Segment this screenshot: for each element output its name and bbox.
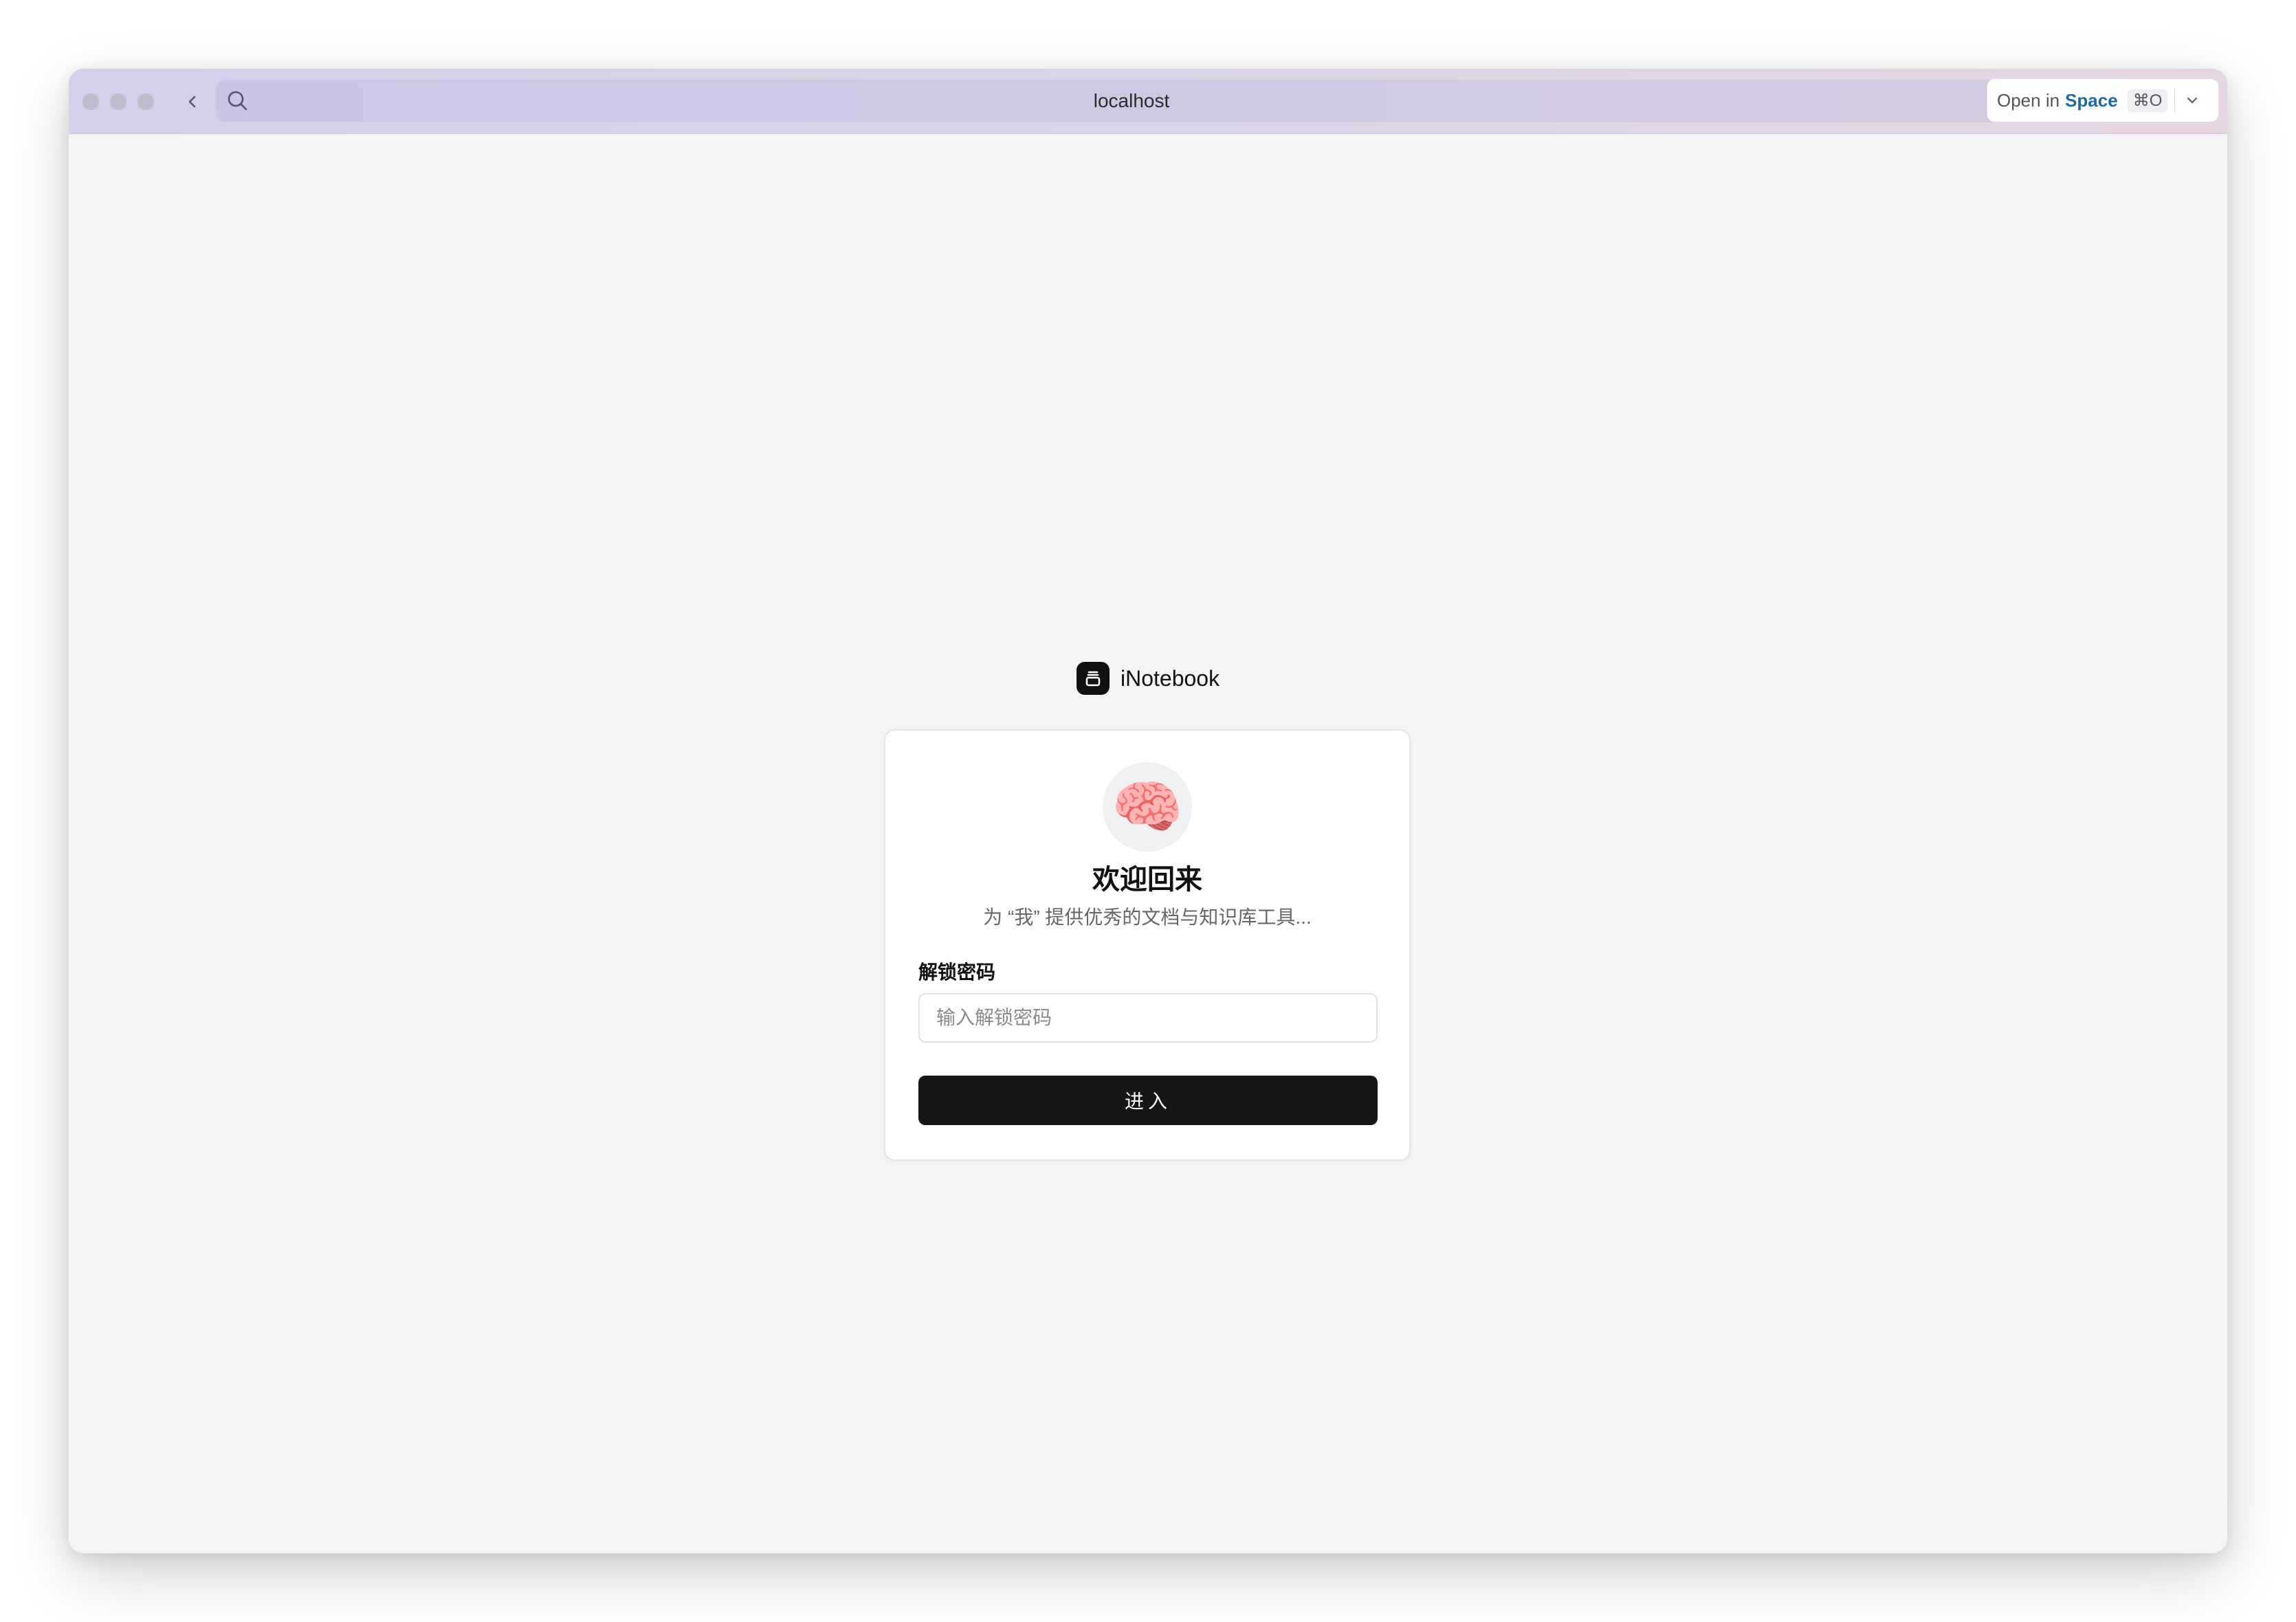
unlock-card: 🧠 欢迎回来 为 “我” 提供优秀的文档与知识库工具... 解锁密码 进入	[884, 729, 1411, 1161]
brand-name: iNotebook	[1121, 665, 1220, 691]
welcome-subtitle: 为 “我” 提供优秀的文档与知识库工具...	[983, 907, 1312, 928]
shortcut-badge: ⌘O	[2127, 89, 2168, 112]
password-label: 解锁密码	[918, 962, 996, 983]
chevron-left-icon	[188, 96, 196, 108]
brain-avatar-icon: 🧠	[1103, 762, 1192, 852]
address-bar[interactable]: localhost	[216, 80, 2047, 122]
browser-window: localhost Open in Space ⌘O iNotebook 🧠 欢…	[69, 69, 2227, 1553]
back-button[interactable]	[177, 87, 208, 117]
notebook-logo-icon	[1077, 662, 1110, 695]
chevron-down-icon	[2187, 97, 2198, 104]
welcome-title: 欢迎回来	[1092, 865, 1202, 895]
page-content: iNotebook 🧠 欢迎回来 为 “我” 提供优秀的文档与知识库工具... …	[69, 134, 2227, 1553]
window-close-button[interactable]	[82, 93, 99, 110]
open-in-label: Open in	[1997, 89, 2060, 111]
browser-toolbar: localhost Open in Space ⌘O	[69, 69, 2227, 134]
open-in-space-control: Open in Space ⌘O	[1987, 78, 2219, 122]
enter-button[interactable]: 进入	[918, 1076, 1378, 1125]
open-in-space-dropdown[interactable]	[2175, 79, 2209, 122]
space-name: Space	[2065, 89, 2118, 111]
window-minimize-button[interactable]	[110, 93, 126, 110]
open-in-space-button[interactable]: Open in Space ⌘O	[1987, 79, 2174, 122]
window-zoom-button[interactable]	[137, 93, 154, 110]
url-text[interactable]: localhost	[216, 80, 2047, 122]
password-input[interactable]	[918, 993, 1378, 1043]
brand-header: iNotebook	[1077, 660, 1219, 696]
